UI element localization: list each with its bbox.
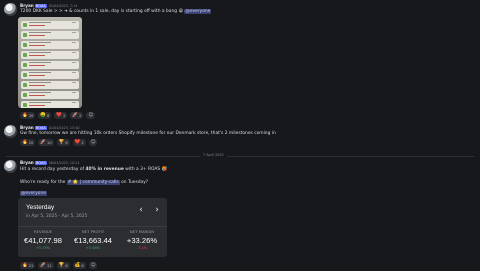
date-divider-line: [6, 156, 474, 157]
avatar[interactable]: [4, 160, 17, 173]
card-divider: [18, 226, 167, 227]
metric-net-margin: NET MARGIN +33.26% -7.1%: [117, 229, 167, 250]
author-name[interactable]: Bryan: [20, 125, 34, 130]
everyone-mention[interactable]: @everyone: [20, 191, 47, 196]
next-button[interactable]: ›: [152, 205, 162, 215]
avatar[interactable]: [4, 125, 17, 138]
reactions-row: 🔥 21 🚀 11 🏆 6 💰 6 ☺: [20, 262, 98, 269]
reaction-pill[interactable]: ❤️ 2: [72, 139, 86, 146]
notification-card: [21, 31, 79, 39]
reaction-pill[interactable]: 🔥 20: [20, 139, 36, 146]
notification-card: [21, 41, 79, 49]
emoji: 😁: [178, 9, 184, 14]
metric-delta: -7.1%: [136, 246, 148, 250]
notification-card: [21, 51, 79, 59]
reaction-pill[interactable]: 🚀 2: [70, 112, 84, 119]
reaction-pill[interactable]: 💰 6: [72, 262, 86, 269]
reaction-pill[interactable]: 🚀 11: [38, 262, 54, 269]
message-text: Gw fine, tomorrow we are hitting 10k ord…: [20, 131, 276, 136]
metric-revenue: REVENUE €41,077.98 +5.19%: [18, 229, 68, 250]
role-badge: ROAS: [34, 3, 47, 8]
message-header: Bryan ROAS 08/04/2025, 10:24: [20, 160, 79, 165]
emoji: 🥵: [161, 167, 168, 172]
reactions-row: 🔥 39 🤑 8 ❤️ 2 🚀 2 ☺: [20, 112, 96, 119]
reaction-pill[interactable]: 🔥 39: [20, 112, 36, 119]
metric-label: REVENUE: [33, 229, 53, 234]
timestamp: 01/04/2025, 13:40: [48, 125, 80, 130]
metric-label: NET PROFIT: [81, 229, 105, 234]
add-reaction-button[interactable]: ☺: [88, 262, 98, 269]
notification-card: [21, 61, 79, 69]
chevron-right-icon: ›: [155, 205, 159, 215]
role-badge: ROAS: [34, 160, 47, 165]
reaction-pill[interactable]: 🏆 6: [56, 262, 70, 269]
message-text: Who're ready for the # 🌟 | community-cal…: [20, 180, 149, 185]
metric-value: €13,663.44: [73, 236, 112, 245]
metric-delta: +3.48%: [85, 246, 101, 250]
message-text: 7200 DKK Sale > > ➜ & counts in 1 sale, …: [20, 9, 212, 14]
notification-card: [21, 91, 79, 99]
metric-delta: +5.19%: [35, 246, 51, 250]
attachment-image[interactable]: [18, 17, 82, 108]
reaction-pill[interactable]: ❤️ 2: [54, 112, 68, 119]
add-reaction-button[interactable]: ☺: [88, 139, 98, 146]
everyone-mention[interactable]: @everyone: [184, 9, 212, 14]
card-date-range: in Apr 5, 2025 - Apr 5, 2025: [26, 214, 88, 219]
message-text: Hit a record day yesterday of 40% in rev…: [20, 167, 168, 172]
message-text: @everyone: [20, 191, 47, 196]
avatar[interactable]: [4, 3, 17, 16]
timestamp: 01/04/2025, 7:14: [48, 3, 78, 8]
metric-net-profit: NET PROFIT €13,663.44 +3.48%: [68, 229, 118, 250]
add-reaction-icon: ☺: [90, 263, 96, 268]
card-title: Yesterday: [26, 204, 55, 211]
timestamp: 08/04/2025, 10:24: [48, 160, 80, 165]
notification-card: [21, 21, 79, 29]
message-header: Bryan ROAS 01/04/2025, 7:14: [20, 3, 77, 8]
reaction-pill[interactable]: 🔥 21: [20, 262, 36, 269]
chevron-left-icon: ‹: [139, 205, 143, 215]
metric-label: NET MARGIN: [129, 229, 155, 234]
date-divider: 7 April 2025: [200, 153, 227, 157]
notification-card: [21, 101, 79, 108]
metric-value: +33.26%: [126, 236, 158, 245]
notification-card: [21, 81, 79, 89]
prev-button[interactable]: ‹: [136, 205, 146, 215]
reaction-pill[interactable]: 🤑 8: [38, 112, 52, 119]
author-name[interactable]: Bryan: [20, 3, 34, 8]
add-reaction-icon: ☺: [90, 140, 96, 145]
author-name[interactable]: Bryan: [20, 160, 34, 165]
message-header: Bryan ROAS 01/04/2025, 13:40: [20, 125, 79, 130]
role-badge: ROAS: [34, 125, 47, 130]
notification-card: [21, 71, 79, 79]
reaction-pill[interactable]: 🚀 10: [38, 139, 54, 146]
add-reaction-button[interactable]: ☺: [86, 112, 96, 119]
add-reaction-icon: ☺: [88, 113, 94, 118]
reaction-pill[interactable]: 🏆 6: [56, 139, 70, 146]
stats-card: Yesterday in Apr 5, 2025 - Apr 5, 2025 ‹…: [18, 198, 167, 257]
metric-value: €41,077.98: [23, 236, 62, 245]
reactions-row: 🔥 20 🚀 10 🏆 6 ❤️ 2 ☺: [20, 139, 98, 146]
channel-link[interactable]: # 🌟 | community-calls: [66, 180, 120, 185]
